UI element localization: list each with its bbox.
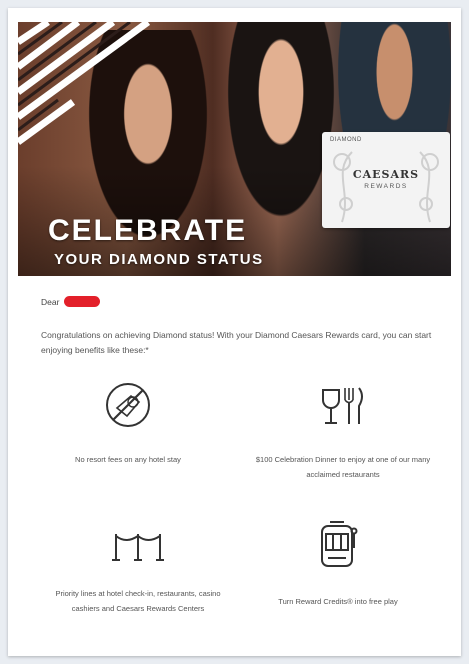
wine-and-cutlery-icon [322,387,363,424]
benefit-text: Turn Reward Credits® into free play [278,597,398,606]
chevron-pattern-icon [18,22,151,145]
redacted-name [63,296,100,307]
benefit-celebration-dinner: $100 Celebration Dinner to enjoy at one … [248,380,438,482]
greeting-salutation: Dear [41,297,60,307]
hero-subheadline: YOUR DIAMOND STATUS [54,251,264,268]
hero-headline: CELEBRATE [48,214,248,247]
benefit-text: $100 Celebration Dinner to enjoy at one … [255,455,431,479]
benefit-free-play: Turn Reward Credits® into free play [243,520,433,609]
email-card: DIAMOND CAESARS REWARDS CELEBRATE YOUR D… [8,8,461,656]
card-brand-label: CAESARS [352,168,420,181]
caesars-rewards-card: DIAMOND CAESARS REWARDS [322,132,450,228]
no-resort-fee-icon [106,383,150,427]
benefit-text: No resort fees on any hotel stay [75,455,181,464]
slot-machine-icon [321,521,358,567]
greeting: Dear [41,296,100,307]
benefit-text: Priority lines at hotel check-in, restau… [55,589,221,613]
benefit-priority-lines: Priority lines at hotel check-in, restau… [43,526,233,616]
intro-paragraph: Congratulations on achieving Diamond sta… [41,330,432,355]
benefit-no-resort-fees: No resort fees on any hotel stay [33,380,223,467]
priority-line-icon [112,534,164,561]
hero-banner: DIAMOND CAESARS REWARDS CELEBRATE YOUR D… [18,22,451,276]
card-brand-sub-label: REWARDS [364,183,408,190]
card-tier-label: DIAMOND [330,137,362,143]
